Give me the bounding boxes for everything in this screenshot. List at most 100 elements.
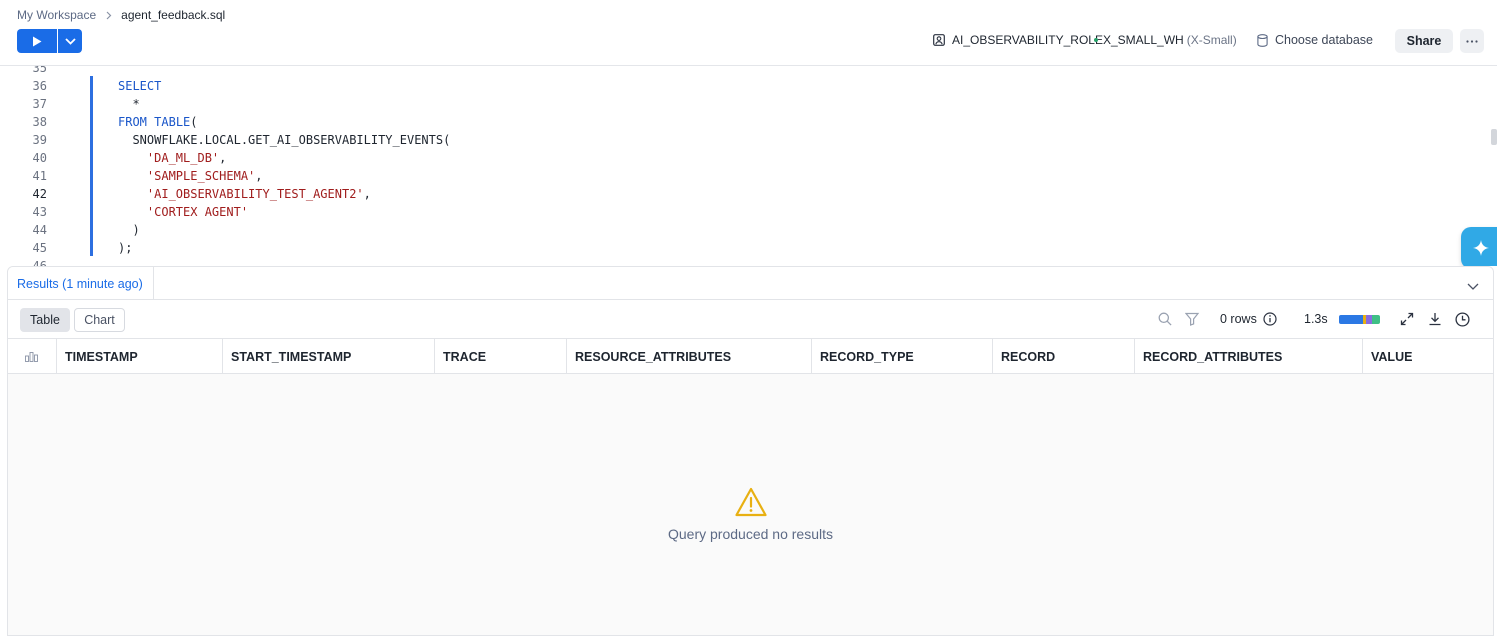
search-results-button[interactable] — [1158, 312, 1172, 331]
user-badge-icon — [933, 34, 945, 46]
line-code[interactable]: FROM TABLE( — [118, 113, 198, 131]
line-number: 46 — [32, 259, 47, 266]
line-number: 36 — [32, 79, 47, 93]
run-button-group — [17, 29, 82, 53]
play-icon — [33, 36, 42, 46]
line-number: 39 — [32, 133, 47, 147]
bar-chart-icon — [25, 351, 38, 362]
line-code[interactable]: 'SAMPLE_SCHEMA', — [118, 167, 263, 185]
code-line[interactable]: 44 ) — [0, 221, 1497, 239]
run-options-button[interactable] — [58, 29, 82, 53]
collapse-panel-button[interactable] — [1467, 277, 1479, 295]
line-number: 43 — [32, 205, 47, 219]
filter-icon — [1184, 312, 1200, 326]
warehouse-name: X_SMALL_WH — [1103, 33, 1184, 47]
query-profile-bar[interactable] — [1339, 315, 1380, 324]
code-line[interactable]: 37 * — [0, 95, 1497, 113]
warehouse-selector[interactable]: X_SMALL_WH (X-Small) — [1094, 33, 1237, 47]
share-button[interactable]: Share — [1395, 29, 1453, 53]
tab-results[interactable]: Results (1 minute ago) — [8, 267, 154, 300]
line-code[interactable]: 'CORTEX AGENT' — [118, 203, 248, 221]
code-line[interactable]: 45); — [0, 239, 1497, 257]
line-number: 41 — [32, 169, 47, 183]
row-count-text: 0 rows — [1220, 312, 1257, 326]
warehouse-size: (X-Small) — [1186, 33, 1237, 47]
run-button[interactable] — [17, 29, 57, 53]
column-header[interactable]: START_TIMESTAMP — [223, 339, 435, 374]
sql-editor[interactable]: 35 36 SELECT 37 * 38 FROM TABLE(39 SNOWFLAKE.… — [0, 66, 1497, 266]
download-results-button[interactable] — [1428, 312, 1442, 331]
code-line[interactable]: 43 'CORTEX AGENT' — [0, 203, 1497, 221]
breadcrumb-workspace[interactable]: My Workspace — [17, 8, 96, 22]
line-code[interactable]: SELECT — [118, 77, 161, 95]
top-bar: My Workspace agent_feedback.sql AI_OBSER… — [0, 0, 1497, 66]
column-header[interactable]: RECORD_ATTRIBUTES — [1135, 339, 1363, 374]
code-line[interactable]: 41 'SAMPLE_SCHEMA', — [0, 167, 1497, 185]
empty-state-message: Query produced no results — [668, 526, 833, 542]
info-icon[interactable] — [1263, 312, 1277, 326]
chevron-down-icon — [1467, 283, 1479, 290]
search-icon — [1158, 312, 1172, 326]
line-number: 42 — [32, 187, 47, 201]
view-table-button[interactable]: Table — [20, 308, 70, 332]
clock-icon — [1455, 312, 1470, 327]
database-icon — [1257, 33, 1268, 47]
tab-results-time: (1 minute ago) — [62, 276, 143, 291]
results-panel: Results (1 minute ago) Table Chart 0 row… — [7, 266, 1494, 636]
line-number: 37 — [32, 97, 47, 111]
editor-scrollbar[interactable] — [1491, 129, 1497, 145]
code-line[interactable]: 46 — [0, 257, 1497, 266]
query-history-button[interactable] — [1455, 312, 1470, 332]
results-toolbar: Table Chart 0 rows 1.3s — [8, 300, 1493, 339]
line-code[interactable]: 'DA_ML_DB', — [118, 149, 226, 167]
sparkle-icon — [1473, 240, 1489, 256]
results-column-header: TIMESTAMP START_TIMESTAMP TRACE RESOURCE_AT… — [8, 339, 1493, 374]
query-duration: 1.3s — [1304, 312, 1328, 326]
more-options-button[interactable] — [1460, 29, 1484, 53]
column-header[interactable]: RECORD_TYPE — [812, 339, 993, 374]
line-number: 44 — [32, 223, 47, 237]
column-header[interactable]: VALUE — [1363, 339, 1493, 374]
results-tab-bar: Results (1 minute ago) — [8, 267, 1493, 300]
code-line[interactable]: 40 'DA_ML_DB', — [0, 149, 1497, 167]
chevron-down-icon — [64, 37, 76, 45]
line-code[interactable]: * — [118, 95, 139, 113]
line-code[interactable]: ); — [118, 239, 132, 257]
database-selector[interactable]: Choose database — [1257, 33, 1373, 47]
view-chart-button[interactable]: Chart — [74, 308, 125, 332]
warning-icon — [734, 487, 767, 517]
role-name: AI_OBSERVABILITY_ROLE — [952, 33, 1103, 47]
column-header[interactable]: RECORD — [993, 339, 1135, 374]
column-header[interactable]: RESOURCE_ATTRIBUTES — [567, 339, 812, 374]
tab-results-label: Results — [17, 276, 59, 291]
filter-button[interactable] — [1184, 312, 1200, 331]
code-line[interactable]: 38 FROM TABLE( — [0, 113, 1497, 131]
line-code[interactable]: ) — [118, 221, 139, 239]
line-number: 40 — [32, 151, 47, 165]
breadcrumb-file[interactable]: agent_feedback.sql — [121, 8, 225, 22]
line-number: 38 — [32, 115, 47, 129]
role-selector[interactable]: AI_OBSERVABILITY_ROLE — [933, 33, 1103, 47]
column-header[interactable]: TIMESTAMP — [57, 339, 223, 374]
column-header[interactable]: TRACE — [435, 339, 567, 374]
row-count: 0 rows — [1220, 312, 1277, 326]
chevron-right-icon — [106, 11, 112, 20]
expand-icon — [1400, 312, 1414, 326]
code-line[interactable]: 42 'AI_OBSERVABILITY_TEST_AGENT2', — [0, 185, 1497, 203]
warehouse-status-dot — [1094, 38, 1098, 42]
expand-results-button[interactable] — [1400, 312, 1414, 331]
column-stats-toggle[interactable] — [8, 339, 57, 374]
ai-assistant-button[interactable] — [1461, 227, 1497, 266]
line-number: 35 — [32, 66, 47, 75]
breadcrumb: My Workspace agent_feedback.sql — [17, 8, 225, 22]
download-icon — [1429, 313, 1441, 326]
code-line[interactable]: 35 — [0, 66, 1497, 77]
database-label: Choose database — [1275, 33, 1373, 47]
more-horizontal-icon — [1466, 39, 1478, 43]
code-line[interactable]: 36 SELECT — [0, 77, 1497, 95]
empty-state: Query produced no results — [8, 487, 1493, 542]
code-line[interactable]: 39 SNOWFLAKE.LOCAL.GET_AI_OBSERVABILITY_… — [0, 131, 1497, 149]
line-code[interactable]: 'AI_OBSERVABILITY_TEST_AGENT2', — [118, 185, 371, 203]
line-number: 45 — [32, 241, 47, 255]
line-code[interactable]: SNOWFLAKE.LOCAL.GET_AI_OBSERVABILITY_EVE… — [118, 131, 450, 149]
